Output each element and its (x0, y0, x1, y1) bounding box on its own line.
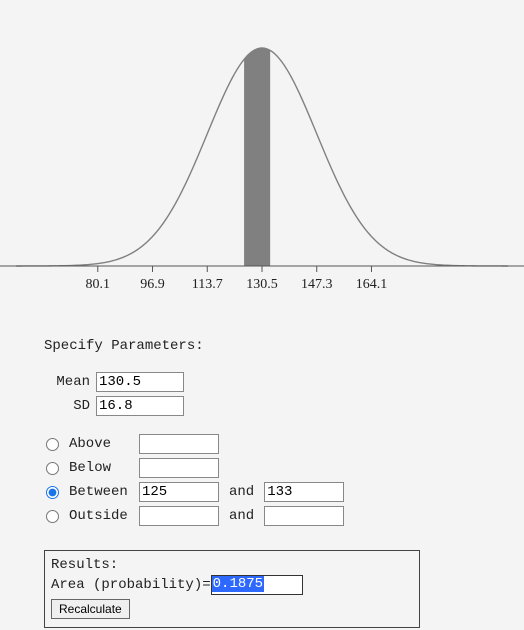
outside-to-input[interactable] (264, 506, 344, 526)
recalculate-button[interactable]: Recalculate (51, 599, 130, 619)
mode-between-label: Between (69, 484, 139, 500)
x-tick-label: 130.5 (246, 277, 278, 292)
specify-parameters-heading: Specify Parameters: (44, 338, 474, 354)
probability-value: 0.1875 (212, 576, 264, 592)
mode-below-label: Below (69, 460, 139, 476)
shaded-area (244, 48, 270, 266)
mode-above-label: Above (69, 436, 139, 452)
equals-sign: = (202, 577, 210, 593)
above-value-input[interactable] (139, 434, 219, 454)
mode-radio-group: Above Below Between and Outside and (44, 432, 474, 528)
results-title: Results: (51, 557, 413, 573)
parameter-form: Specify Parameters: Mean SD Above Below … (44, 338, 474, 628)
outside-and-label: and (229, 508, 254, 524)
results-row: Area (probability) = 0.1875 (51, 575, 413, 595)
below-value-input[interactable] (139, 458, 219, 478)
mode-outside-radio[interactable] (46, 510, 59, 523)
probability-output[interactable]: 0.1875 (211, 575, 303, 595)
x-tick-label: 113.7 (192, 277, 223, 292)
mean-label: Mean (44, 374, 90, 390)
mode-outside-label: Outside (69, 508, 139, 524)
outside-from-input[interactable] (139, 506, 219, 526)
x-tick-label: 80.1 (86, 277, 111, 292)
sd-input[interactable] (96, 396, 184, 416)
mode-between-row: Between and (44, 480, 474, 504)
between-to-input[interactable] (264, 482, 344, 502)
sd-label: SD (44, 398, 90, 414)
x-tick-label: 164.1 (356, 277, 388, 292)
x-tick-label: 147.3 (301, 277, 333, 292)
x-tick-label: 96.9 (140, 277, 165, 292)
mode-between-radio[interactable] (46, 486, 59, 499)
results-box: Results: Area (probability) = 0.1875 Rec… (44, 550, 420, 628)
mode-below-row: Below (44, 456, 474, 480)
area-label: Area (probability) (51, 577, 202, 593)
between-from-input[interactable] (139, 482, 219, 502)
x-axis-ticks: 80.1 96.9 113.7 130.5 147.3 164.1 (86, 266, 388, 292)
normal-distribution-chart: 80.1 96.9 113.7 130.5 147.3 164.1 (0, 22, 524, 292)
mode-above-radio[interactable] (46, 438, 59, 451)
chart-svg: 80.1 96.9 113.7 130.5 147.3 164.1 (0, 22, 524, 292)
mean-input[interactable] (96, 372, 184, 392)
mean-row: Mean (44, 372, 474, 392)
mode-below-radio[interactable] (46, 462, 59, 475)
mode-above-row: Above (44, 432, 474, 456)
between-and-label: and (229, 484, 254, 500)
mode-outside-row: Outside and (44, 504, 474, 528)
sd-row: SD (44, 396, 474, 416)
